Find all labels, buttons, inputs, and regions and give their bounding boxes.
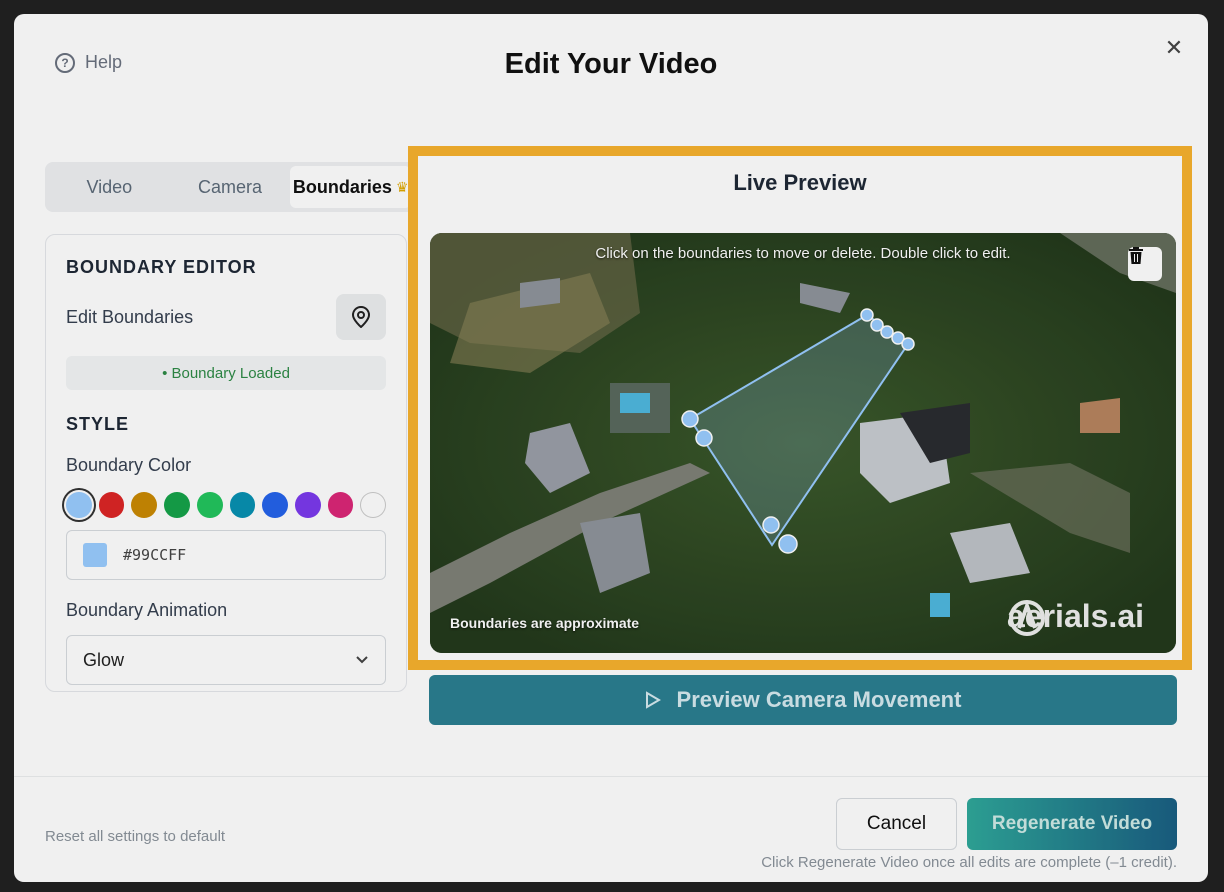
- page-title: Edit Your Video: [504, 48, 718, 80]
- trash-icon[interactable]: [1128, 247, 1162, 281]
- tab-camera-label: Camera: [197, 176, 263, 197]
- tab-camera[interactable]: Camera: [170, 166, 291, 208]
- edit-boundaries-button[interactable]: [336, 294, 386, 340]
- preview-button-label: Preview Camera Movement: [676, 687, 962, 712]
- boundary-animation-label: Boundary Animation: [66, 600, 228, 620]
- hex-color-value: #99CCFF: [123, 546, 187, 564]
- brand-logo: aerials.ai: [1007, 598, 1144, 636]
- color-swatch[interactable]: [229, 492, 256, 518]
- footer-divider: [14, 776, 1208, 777]
- color-swatch[interactable]: [66, 492, 92, 518]
- color-swatch[interactable]: [98, 492, 125, 518]
- boundary-status-badge: • Boundary Loaded: [66, 356, 386, 390]
- map-pin-icon: [351, 306, 371, 328]
- aerial-map[interactable]: Click on the boundaries to move or delet…: [430, 233, 1176, 653]
- hex-color-field[interactable]: #99CCFF: [66, 530, 386, 580]
- aerials-logo-icon: [1009, 600, 1045, 636]
- tab-bar: Video Camera Boundaries ♛: [45, 162, 415, 212]
- edit-boundaries-label: Edit Boundaries: [66, 306, 194, 327]
- boundary-animation-select[interactable]: Glow: [66, 635, 386, 685]
- color-swatch[interactable]: [360, 492, 387, 518]
- live-preview-frame: Live Preview Click on the boundaries to …: [408, 146, 1192, 670]
- preview-camera-movement-button[interactable]: Preview Camera Movement: [429, 675, 1177, 725]
- crown-icon: ♛: [395, 178, 409, 195]
- color-swatch[interactable]: [327, 492, 354, 518]
- regenerate-note: Click Regenerate Video once all edits ar…: [761, 854, 1177, 871]
- reset-settings-link[interactable]: Reset all settings to default: [45, 828, 225, 845]
- preview-instruction: Click on the boundaries to move or delet…: [595, 245, 1011, 262]
- tab-boundaries[interactable]: Boundaries ♛: [290, 166, 412, 208]
- color-swatch[interactable]: [196, 492, 223, 518]
- style-heading: STYLE: [66, 414, 130, 434]
- boundary-editor-panel: BOUNDARY EDITOR Edit Boundaries • Bounda…: [45, 234, 407, 692]
- boundaries-disclaimer: Boundaries are approximate: [450, 615, 640, 631]
- edit-video-modal: ✕ ? Help Edit Your Video Video Camera Bo…: [14, 14, 1208, 882]
- color-swatch[interactable]: [294, 492, 321, 518]
- boundary-editor-heading: BOUNDARY EDITOR: [66, 257, 257, 277]
- color-swatch[interactable]: [131, 492, 158, 518]
- tab-boundaries-label: Boundaries: [292, 176, 392, 197]
- tab-video-label: Video: [86, 176, 133, 197]
- play-icon: [645, 691, 661, 709]
- color-swatch[interactable]: [164, 492, 190, 518]
- cancel-button[interactable]: Cancel: [836, 798, 957, 850]
- chevron-down-icon: [356, 656, 368, 664]
- boundary-color-label: Boundary Color: [66, 455, 192, 475]
- live-preview-title: Live Preview: [733, 170, 867, 195]
- regenerate-video-button[interactable]: Regenerate Video: [967, 798, 1177, 850]
- color-preview-chip: [83, 543, 107, 567]
- color-swatch[interactable]: [262, 492, 288, 518]
- color-swatches: [66, 492, 387, 518]
- animation-selected-value: Glow: [83, 649, 125, 670]
- aerial-image: [430, 233, 1176, 653]
- tab-video[interactable]: Video: [49, 166, 170, 208]
